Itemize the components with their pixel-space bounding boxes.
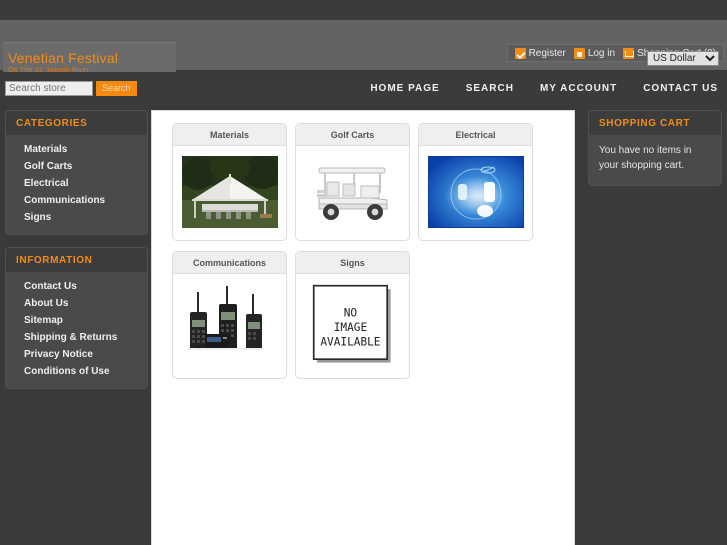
- shopping-cart-panel-title: SHOPPING CART: [589, 111, 721, 135]
- nav-item-my-account[interactable]: MY ACCOUNT: [540, 83, 617, 94]
- category-card-title: Signs: [296, 252, 409, 274]
- blue-light-photo-icon: [427, 156, 524, 228]
- sidebar-item-conditions-of-use[interactable]: Conditions of Use: [6, 363, 147, 380]
- category-card-materials[interactable]: Materials: [172, 123, 287, 241]
- no-image-available-placeholder-icon: NO IMAGE AVAILABLE: [312, 284, 391, 363]
- sidebar-item-materials[interactable]: Materials: [6, 141, 147, 158]
- category-card-image-wrap: [173, 146, 286, 240]
- navigation-bar: Search HOME PAGE SEARCH MY ACCOUNT CONTA…: [0, 72, 727, 105]
- placeholder-line3: AVAILABLE: [320, 336, 380, 349]
- information-panel: INFORMATION Contact Us About Us Sitemap …: [5, 247, 148, 389]
- page-body: CATEGORIES Materials Golf Carts Electric…: [0, 105, 727, 545]
- category-card-image-wrap: [173, 274, 286, 368]
- category-card-title: Materials: [173, 124, 286, 146]
- tent-photo-icon: [181, 156, 278, 228]
- nav-item-search[interactable]: SEARCH: [466, 83, 514, 94]
- sidebar-item-contact-us[interactable]: Contact Us: [6, 278, 147, 295]
- currency-selector-wrap: US Dollar: [647, 51, 719, 66]
- register-link[interactable]: Register: [513, 47, 568, 59]
- category-card-image-wrap: [419, 146, 532, 240]
- category-card-title: Electrical: [419, 124, 532, 146]
- sidebar-item-electrical[interactable]: Electrical: [6, 175, 147, 192]
- sidebar-item-sitemap[interactable]: Sitemap: [6, 312, 147, 329]
- sidebar-item-golf-carts[interactable]: Golf Carts: [6, 158, 147, 175]
- login-link[interactable]: Log in: [572, 47, 617, 59]
- sidebar-item-privacy-notice[interactable]: Privacy Notice: [6, 346, 147, 363]
- placeholder-line2: IMAGE: [333, 321, 366, 334]
- search-input[interactable]: [5, 81, 93, 96]
- sidebar: CATEGORIES Materials Golf Carts Electric…: [5, 110, 148, 401]
- page-root: Venetian Festival On The St. Joseph Rive…: [0, 0, 727, 545]
- sidebar-item-about-us[interactable]: About Us: [6, 295, 147, 312]
- login-link-label: Log in: [587, 47, 616, 59]
- sidebar-item-shipping-returns[interactable]: Shipping & Returns: [6, 329, 147, 346]
- categories-panel-title: CATEGORIES: [6, 111, 147, 135]
- right-sidebar: SHOPPING CART You have no items in your …: [588, 110, 722, 198]
- search-button[interactable]: Search: [96, 81, 137, 96]
- radios-photo-icon: [181, 284, 278, 356]
- nav-item-home-page[interactable]: HOME PAGE: [370, 83, 439, 94]
- categories-panel: CATEGORIES Materials Golf Carts Electric…: [5, 110, 148, 235]
- check-badge-icon: [514, 47, 526, 59]
- category-card-image-wrap: [296, 146, 409, 240]
- search-box: Search: [5, 81, 137, 96]
- placeholder-line1: NO: [343, 306, 357, 319]
- top-strip: [0, 0, 727, 20]
- sidebar-item-communications[interactable]: Communications: [6, 192, 147, 209]
- register-link-label: Register: [528, 47, 566, 59]
- information-panel-title: INFORMATION: [6, 248, 147, 272]
- categories-panel-body: Materials Golf Carts Electrical Communic…: [6, 135, 147, 234]
- category-card-image-wrap: NO IMAGE AVAILABLE: [296, 274, 409, 378]
- lock-icon: [573, 47, 585, 59]
- shopping-cart-panel: SHOPPING CART You have no items in your …: [588, 110, 722, 186]
- currency-select[interactable]: US Dollar: [647, 51, 719, 66]
- sidebar-item-signs[interactable]: Signs: [6, 209, 147, 226]
- information-panel-body: Contact Us About Us Sitemap Shipping & R…: [6, 272, 147, 388]
- category-card-communications[interactable]: Communications: [172, 251, 287, 379]
- category-card-golf-carts[interactable]: Golf Carts: [295, 123, 410, 241]
- nav-item-contact-us[interactable]: CONTACT US: [643, 83, 718, 94]
- logo-title-line1: Venetian Festival: [8, 50, 119, 66]
- category-card-title: Golf Carts: [296, 124, 409, 146]
- cart-icon: [623, 47, 635, 59]
- main-content: Materials Golf Carts Electrical Communic…: [151, 110, 575, 545]
- site-header: Venetian Festival On The St. Joseph Rive…: [0, 20, 727, 92]
- category-card-signs[interactable]: Signs NO IMAGE AVAILABLE: [295, 251, 410, 379]
- category-card-electrical[interactable]: Electrical: [418, 123, 533, 241]
- category-grid: Materials Golf Carts Electrical Communic…: [152, 111, 574, 379]
- golf-cart-photo-icon: [304, 156, 401, 228]
- main-nav: HOME PAGE SEARCH MY ACCOUNT CONTACT US: [370, 83, 718, 94]
- category-card-title: Communications: [173, 252, 286, 274]
- shopping-cart-empty-message: You have no items in your shopping cart.: [599, 145, 692, 171]
